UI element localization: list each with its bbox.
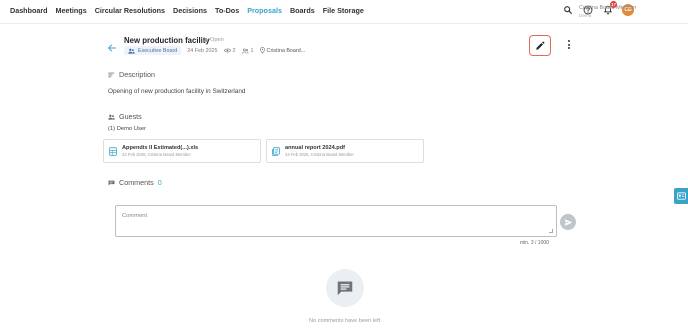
top-navbar: Dashboard Meetings Circular Resolutions … — [0, 0, 688, 24]
comments-count: 0 — [157, 178, 162, 187]
views-value: 2 — [232, 47, 236, 54]
proposal-date: 24 Feb 2025 — [187, 47, 218, 54]
nav-decisions[interactable]: Decisions — [173, 6, 207, 15]
board-chip[interactable]: Executive Board — [124, 46, 182, 55]
proposal-meta: Executive Board 24 Feb 2025 2 1 Cristina… — [124, 46, 305, 55]
user-info[interactable]: Cristina Board Member Demo — [579, 5, 637, 19]
nav-circular-resolutions[interactable]: Circular Resolutions — [95, 6, 165, 15]
nav-proposals[interactable]: Proposals — [247, 6, 282, 15]
description-text: Opening of new production facility in Sw… — [108, 88, 246, 95]
status-dot-icon — [205, 38, 208, 42]
file-card[interactable]: annual report 2024.pdf 24 Feb 2025, Cris… — [266, 139, 424, 163]
group-icon — [128, 48, 135, 54]
people-icon — [108, 114, 115, 120]
resize-handle-icon[interactable] — [549, 229, 553, 233]
comment-icon — [108, 180, 115, 185]
file-meta: 24 Feb 2025, Cristina Board Member — [285, 152, 354, 158]
more-options-icon[interactable] — [565, 40, 573, 52]
back-arrow-icon[interactable] — [107, 40, 117, 52]
send-button[interactable] — [560, 214, 576, 230]
text-lines-icon — [108, 72, 115, 77]
status-label: Open — [210, 37, 224, 43]
side-panel-toggle[interactable] — [674, 188, 688, 204]
guests-heading: Guests — [108, 112, 142, 121]
file-card[interactable]: Appendix II Estimated(...).xls 24 Feb 20… — [103, 139, 261, 163]
author-name: Cristina Board... — [266, 47, 306, 54]
file-meta: 24 Feb 2025, Cristina Board Member — [122, 152, 191, 158]
nav-boards[interactable]: Boards — [290, 6, 315, 15]
send-icon — [564, 218, 572, 226]
edit-button[interactable] — [529, 35, 551, 56]
main-nav: Dashboard Meetings Circular Resolutions … — [10, 6, 364, 15]
description-title: Description — [119, 70, 155, 79]
id-card-icon — [676, 192, 686, 200]
file-info: Appendix II Estimated(...).xls 24 Feb 20… — [122, 145, 198, 158]
status-badge: Open — [205, 37, 224, 43]
description-heading: Description — [108, 70, 155, 79]
guest-list: (1) Demo User — [108, 126, 147, 132]
board-label: Executive Board — [138, 47, 178, 54]
pencil-icon — [536, 41, 545, 50]
location-pin-icon — [259, 47, 265, 54]
comments-title: Comments — [119, 178, 154, 187]
search-icon[interactable] — [562, 4, 574, 16]
nav-file-storage[interactable]: File Storage — [323, 6, 364, 15]
members-value: 1 — [250, 47, 254, 54]
empty-comments-text: No comments have been left — [309, 318, 381, 324]
user-org: Demo — [579, 13, 592, 18]
comment-input[interactable]: Comment — [115, 205, 557, 237]
views-count: 2 — [223, 47, 236, 54]
nav-todos[interactable]: To-Dos — [215, 6, 239, 15]
spreadsheet-file-icon — [109, 146, 117, 156]
eye-icon — [223, 48, 231, 53]
comments-heading: Comments 0 — [108, 178, 162, 187]
file-info: annual report 2024.pdf 24 Feb 2025, Cris… — [285, 145, 354, 158]
page-title: New production facility — [124, 36, 210, 45]
guests-title: Guests — [119, 112, 142, 121]
user-name: Cristina Board Member — [579, 5, 637, 11]
nav-dashboard[interactable]: Dashboard — [10, 6, 48, 15]
author-info: Cristina Board... — [259, 47, 306, 54]
people-icon — [241, 48, 248, 54]
file-name: annual report 2024.pdf — [285, 144, 345, 151]
file-name: Appendix II Estimated(...).xls — [122, 144, 199, 151]
empty-comments-icon — [326, 269, 364, 307]
document-file-icon — [272, 146, 280, 156]
char-counter: min. 3 / 1000 — [520, 240, 549, 246]
comment-placeholder: Comment — [122, 213, 148, 219]
nav-meetings[interactable]: Meetings — [56, 6, 87, 15]
members-count: 1 — [241, 47, 254, 54]
